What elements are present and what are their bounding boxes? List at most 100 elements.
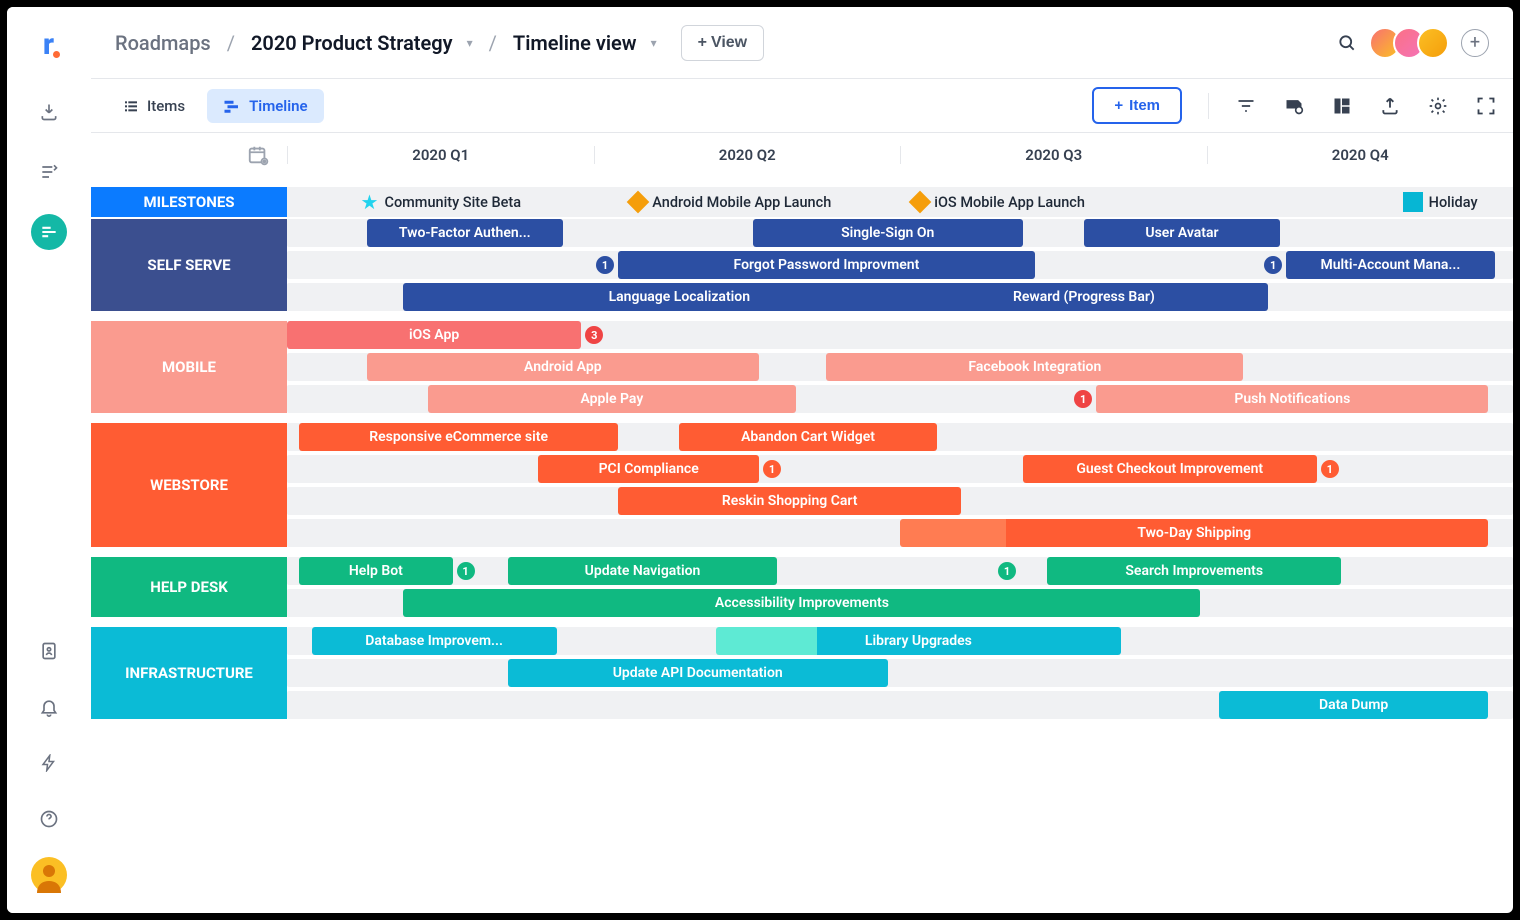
sidebar-contacts-icon[interactable] xyxy=(31,633,67,669)
breadcrumb-root[interactable]: Roadmaps xyxy=(115,31,211,55)
quarter-header: 2020 Q1 xyxy=(287,146,594,164)
sidebar-list-icon[interactable] xyxy=(31,154,67,190)
list-icon xyxy=(123,98,139,114)
add-view-button[interactable]: + View xyxy=(681,25,765,61)
fullscreen-icon[interactable] xyxy=(1475,95,1497,117)
count-badge[interactable]: 1 xyxy=(763,460,781,478)
swimlane-label[interactable]: SELF SERVE xyxy=(91,219,287,311)
count-badge[interactable]: 1 xyxy=(1264,256,1282,274)
sidebar-bolt-icon[interactable] xyxy=(31,745,67,781)
timeline-bar[interactable]: Push Notifications xyxy=(1096,385,1488,413)
sidebar: r xyxy=(7,7,91,913)
timeline-bar[interactable]: Single-Sign On xyxy=(753,219,1023,247)
timeline-bar[interactable]: Accessibility Improvements xyxy=(403,589,1200,617)
timeline-bar[interactable]: Data Dump xyxy=(1219,691,1489,719)
timeline-bar[interactable]: iOS App xyxy=(287,321,581,349)
swimlane-selfserve: SELF SERVE Two-Factor Authen... Single-Sig… xyxy=(91,219,1513,311)
timeline-bar[interactable]: User Avatar xyxy=(1084,219,1280,247)
logo[interactable]: r xyxy=(43,27,54,62)
timeline-bar[interactable]: Responsive eCommerce site xyxy=(299,423,618,451)
swimlane-label[interactable]: HELP DESK xyxy=(91,557,287,617)
avatar[interactable] xyxy=(1417,27,1449,59)
sidebar-avatar[interactable] xyxy=(31,857,67,893)
timeline-bar[interactable]: Search Improvements xyxy=(1047,557,1341,585)
timeline-bar[interactable]: Android App xyxy=(367,353,759,381)
sidebar-bell-icon[interactable] xyxy=(31,689,67,725)
milestone[interactable]: ★Community Site Beta xyxy=(361,190,522,214)
count-badge[interactable]: 1 xyxy=(998,562,1016,580)
diamond-icon xyxy=(909,191,932,214)
count-badge[interactable]: 1 xyxy=(1321,460,1339,478)
calendar-settings-icon[interactable] xyxy=(247,144,269,166)
timeline-row: Help Bot 1 Update Navigation 1 Search Improv… xyxy=(287,557,1513,585)
timeline-bar[interactable]: Reward (Progress Bar) xyxy=(900,283,1268,311)
swimlane-label[interactable]: MOBILE xyxy=(91,321,287,413)
milestone-row: ★Community Site Beta Android Mobile App L… xyxy=(287,187,1513,217)
count-badge[interactable]: 1 xyxy=(457,562,475,580)
count-badge[interactable]: 1 xyxy=(596,256,614,274)
gear-icon[interactable] xyxy=(1427,95,1449,117)
header: Roadmaps / 2020 Product Strategy ▾ / Tim… xyxy=(91,7,1513,79)
sidebar-help-icon[interactable] xyxy=(31,801,67,837)
swimlane-mobile: MOBILEiOS App3 Android App Facebook Integr… xyxy=(91,321,1513,413)
timeline-bar[interactable]: Facebook Integration xyxy=(826,353,1243,381)
quarter-header: 2020 Q3 xyxy=(900,146,1207,164)
chevron-down-icon[interactable]: ▾ xyxy=(467,36,473,50)
sidebar-import-icon[interactable] xyxy=(31,94,67,130)
timeline-bar[interactable]: Database Improvem... xyxy=(312,627,557,655)
timeline-bar[interactable]: Multi-Account Mana... xyxy=(1286,251,1494,279)
count-badge[interactable]: 1 xyxy=(1074,390,1092,408)
swimlane-label[interactable]: WEBSTORE xyxy=(91,423,287,547)
timeline-bar[interactable]: PCI Compliance xyxy=(538,455,759,483)
tab-items[interactable]: Items xyxy=(107,89,201,123)
timeline-bar[interactable]: Reskin Shopping Cart xyxy=(618,487,961,515)
export-icon[interactable] xyxy=(1379,95,1401,117)
add-user-button[interactable]: + xyxy=(1461,29,1489,57)
timeline-bar[interactable]: Language Localization xyxy=(403,283,955,311)
timeline-bar[interactable]: Two-Factor Authen... xyxy=(367,219,563,247)
count-badge[interactable]: 3 xyxy=(585,326,603,344)
timeline-bar[interactable]: Help Bot xyxy=(299,557,452,585)
timeline-header: 2020 Q12020 Q22020 Q32020 Q4 xyxy=(91,133,1513,177)
timeline-row: iOS App3 xyxy=(287,321,1513,349)
search-icon[interactable] xyxy=(1335,31,1359,55)
timeline-row: Reskin Shopping Cart xyxy=(287,487,1513,515)
timeline-row: Responsive eCommerce site Abandon Cart Wi… xyxy=(287,423,1513,451)
swimlane-label[interactable]: MILESTONES xyxy=(91,187,287,217)
timeline-row: Two-Factor Authen... Single-Sign On User A… xyxy=(287,219,1513,247)
tab-timeline[interactable]: Timeline xyxy=(207,89,323,123)
layout-icon[interactable] xyxy=(1331,95,1353,117)
timeline-bar[interactable]: Guest Checkout Improvement xyxy=(1023,455,1317,483)
toolbar: Items Timeline + Item xyxy=(91,79,1513,133)
breadcrumb-project[interactable]: 2020 Product Strategy xyxy=(251,31,453,55)
timeline-row: Database Improvem... Library Upgrades xyxy=(287,627,1513,655)
milestone[interactable]: Android Mobile App Launch xyxy=(630,194,831,211)
timeline-bar[interactable]: Apple Pay xyxy=(428,385,796,413)
add-item-button[interactable]: + Item xyxy=(1092,87,1182,124)
swimlane-infra: INFRASTRUCTURE Database Improvem... Librar… xyxy=(91,627,1513,719)
timeline-bar[interactable]: Forgot Password Improvment xyxy=(618,251,1035,279)
sidebar-roadmap-icon[interactable] xyxy=(31,214,67,250)
timeline-bar[interactable]: Two-Day Shipping xyxy=(900,519,1488,547)
diamond-icon xyxy=(627,191,650,214)
breadcrumb-view[interactable]: Timeline view xyxy=(513,31,637,55)
milestone-label: Community Site Beta xyxy=(384,194,521,211)
square-icon xyxy=(1403,192,1423,212)
chevron-down-icon[interactable]: ▾ xyxy=(651,36,657,50)
plus-icon: + xyxy=(698,34,707,52)
timeline-bar[interactable]: Update Navigation xyxy=(508,557,778,585)
milestone-label: Holiday xyxy=(1429,194,1478,211)
breadcrumb-sep: / xyxy=(489,31,497,55)
milestone-label: iOS Mobile App Launch xyxy=(934,194,1085,211)
milestone[interactable]: Holiday xyxy=(1403,192,1478,212)
filter-icon[interactable] xyxy=(1235,95,1257,117)
milestone-label: Android Mobile App Launch xyxy=(652,194,831,211)
timeline-row: Data Dump xyxy=(287,691,1513,719)
swimlane-label[interactable]: INFRASTRUCTURE xyxy=(91,627,287,719)
tag-icon[interactable] xyxy=(1283,95,1305,117)
timeline-bar[interactable]: Update API Documentation xyxy=(508,659,888,687)
timeline-bar[interactable]: Library Upgrades xyxy=(716,627,1121,655)
timeline-row: Update API Documentation xyxy=(287,659,1513,687)
timeline-bar[interactable]: Abandon Cart Widget xyxy=(679,423,936,451)
milestone[interactable]: iOS Mobile App Launch xyxy=(912,194,1085,211)
